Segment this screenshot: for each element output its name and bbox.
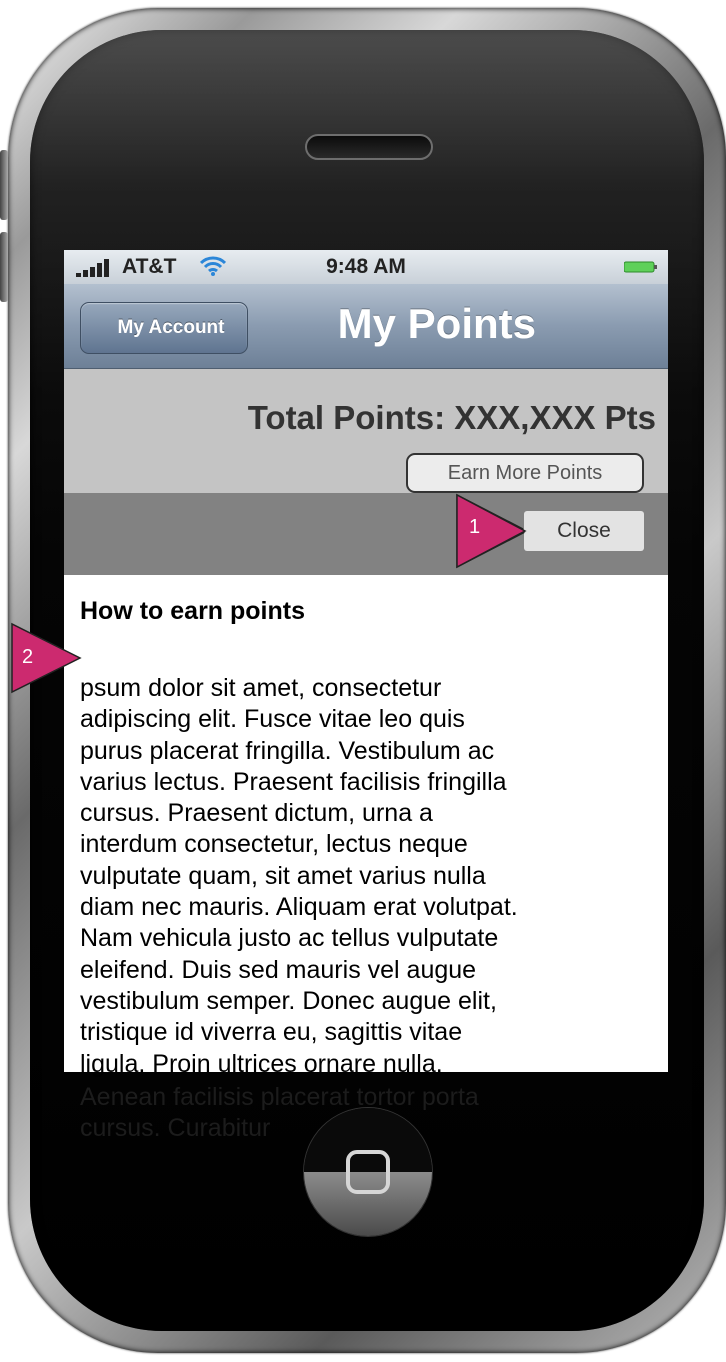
body-line: Nam vehicula justo ac tellus vulputate bbox=[80, 924, 499, 953]
body-line: vestibulum semper. Donec augue elit, bbox=[80, 986, 497, 1015]
home-square-icon bbox=[346, 1150, 390, 1194]
total-points-label: Total Points: XXX,XXX Pts bbox=[247, 399, 656, 436]
battery-icon bbox=[624, 261, 657, 273]
body-line: interdum consectetur, lectus neque bbox=[80, 830, 468, 859]
body-line: tristique id viverra eu, sagittis vitae bbox=[80, 1018, 463, 1047]
earn-more-points-button[interactable]: Earn More Points bbox=[406, 453, 644, 493]
annotation-label-2: 2 bbox=[22, 646, 34, 668]
phone-screen: AT&T 9:48 AM My Account My Points Total … bbox=[61, 250, 668, 1078]
body-line: eleifend. Duis sed mauris vel augue bbox=[80, 955, 477, 984]
status-bar: AT&T 9:48 AM bbox=[64, 250, 668, 284]
annotation-label-1: 1 bbox=[469, 516, 481, 538]
annotation-marker-1: 1 bbox=[455, 493, 527, 569]
modal-body-text: psum dolor sit amet, consectetur adipisc… bbox=[80, 673, 668, 1080]
body-line: psum dolor sit amet, consectetur bbox=[80, 674, 442, 702]
annotation-marker-2: 2 bbox=[10, 622, 82, 694]
volume-down-button bbox=[0, 232, 8, 302]
earpiece-speaker bbox=[305, 134, 433, 160]
close-button[interactable]: Close bbox=[524, 511, 644, 551]
body-line: varius lectus. Praesent facilisis fringi… bbox=[80, 767, 507, 796]
points-summary: Total Points: XXX,XXX Pts Earn More Poin… bbox=[64, 369, 668, 493]
body-line: adipiscing elit. Fusce vitae leo quis bbox=[80, 705, 465, 734]
body-line: diam nec mauris. Aliquam erat volutpat. bbox=[80, 893, 518, 922]
modal-heading: How to earn points bbox=[80, 597, 305, 625]
body-line: ligula. Proin ultrices ornare nulla. bbox=[80, 1049, 443, 1078]
modal-header: Close bbox=[64, 493, 668, 575]
modal-content[interactable]: How to earn points psum dolor sit amet, … bbox=[64, 575, 668, 1078]
body-line: purus placerat fringilla. Vestibulum ac bbox=[80, 736, 495, 765]
volume-up-button bbox=[0, 150, 8, 220]
navigation-bar: My Account My Points bbox=[61, 284, 668, 369]
body-line: cursus. Praesent dictum, urna a bbox=[80, 799, 433, 828]
body-line: vulputate quam, sit amet varius nulla bbox=[80, 861, 486, 890]
page-title: My Points bbox=[337, 300, 536, 347]
status-time: 9:48 AM bbox=[326, 255, 406, 278]
home-button[interactable] bbox=[304, 1108, 432, 1236]
